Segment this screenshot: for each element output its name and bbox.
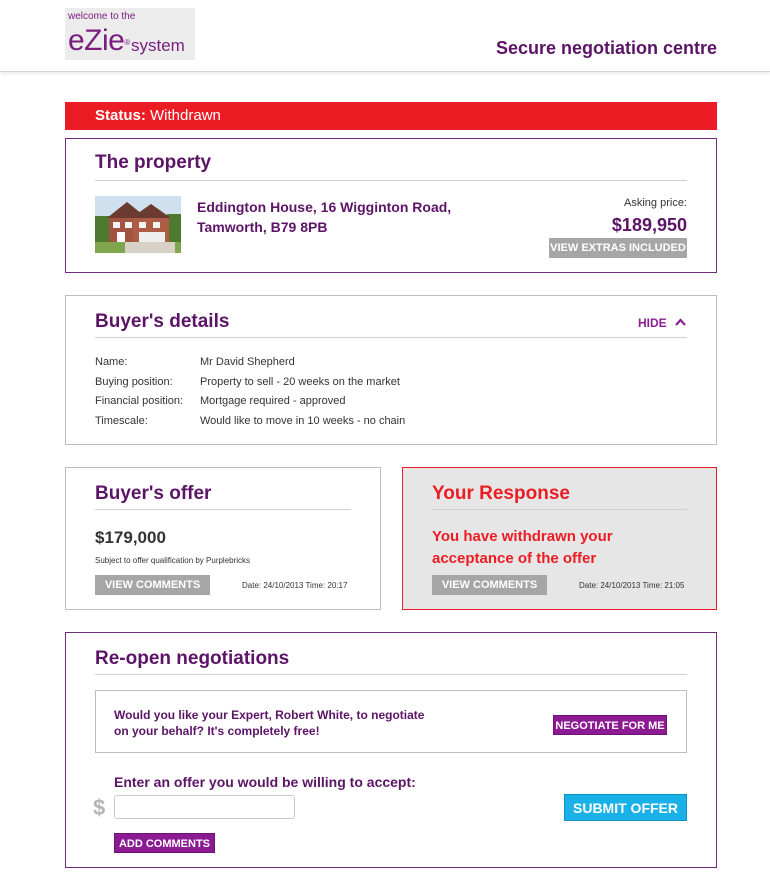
- detail-value: Property to sell - 20 weeks on the marke…: [200, 376, 400, 388]
- your-response-panel: Your Response You have withdrawn your ac…: [402, 467, 717, 610]
- response-message: You have withdrawn your acceptance of th…: [432, 526, 613, 570]
- detail-value: Mortgage required - approved: [200, 395, 346, 407]
- negotiate-for-me-button[interactable]: NEGOTIATE FOR ME: [553, 715, 667, 735]
- expert-question: Would you like your Expert, Robert White…: [114, 707, 424, 739]
- detail-key: Timescale:: [95, 415, 148, 427]
- response-message-line-2: acceptance of the offer: [432, 550, 597, 567]
- expert-question-line-1: Would you like your Expert, Robert White…: [114, 708, 425, 722]
- status-label: Status:: [95, 107, 146, 124]
- currency-symbol: $: [93, 795, 106, 820]
- add-comments-button[interactable]: ADD COMMENTS: [114, 833, 215, 853]
- buyer-offer-heading: Buyer's offer: [95, 483, 212, 504]
- property-heading: The property: [95, 152, 212, 173]
- your-response-heading: Your Response: [432, 483, 570, 504]
- asking-price-label: Asking price:: [624, 197, 687, 209]
- status-value: Withdrawn: [150, 107, 221, 124]
- buyer-offer-panel: Buyer's offer $179,000 Subject to offer …: [65, 467, 381, 610]
- expert-question-line-2: on your behalf? It's completely free!: [114, 724, 320, 738]
- house-photo-icon: [95, 196, 181, 253]
- offer-date: Date: 24/10/2013 Time: 20:17: [242, 581, 348, 590]
- chevron-up-icon: [675, 318, 686, 326]
- detail-row-buying-position: Buying position: Property to sell - 20 we…: [95, 376, 400, 388]
- offer-amount: $179,000: [95, 528, 166, 547]
- reopen-heading: Re-open negotiations: [95, 648, 290, 669]
- buyer-details-heading: Buyer's details: [95, 311, 230, 332]
- page-header: welcome to the eZie® system Secure negot…: [0, 0, 770, 72]
- hide-label: HIDE: [637, 316, 667, 330]
- divider: [95, 337, 687, 338]
- asking-price-block: Asking price: $189,950: [612, 197, 687, 236]
- property-address: Eddington House, 16 Wigginton Road, Tamw…: [197, 197, 451, 237]
- detail-row-timescale: Timescale: Would like to move in 10 weeks…: [95, 415, 405, 427]
- expert-negotiate-box: Would you like your Expert, Robert White…: [95, 690, 687, 753]
- hide-toggle[interactable]: HIDE: [638, 316, 686, 330]
- logo-brand: eZie®: [68, 24, 130, 57]
- address-line-1: Eddington House, 16 Wigginton Road,: [197, 199, 452, 215]
- response-date: Date: 24/10/2013 Time: 21:05: [579, 581, 685, 590]
- logo-system: system: [131, 36, 185, 55]
- buyer-details-panel: Buyer's details HIDE Name: Mr David Sheph…: [65, 295, 717, 445]
- asking-price-value: $189,950: [611, 215, 687, 235]
- divider: [432, 509, 687, 510]
- response-message-line-1: You have withdrawn your: [432, 528, 613, 545]
- detail-key: Name:: [95, 356, 128, 368]
- submit-offer-button[interactable]: SUBMIT OFFER: [564, 794, 687, 821]
- detail-value: Mr David Shepherd: [200, 356, 295, 368]
- property-panel: The property Eddington House, 16 Wiggint…: [65, 138, 717, 273]
- view-comments-button[interactable]: VIEW COMMENTS: [95, 575, 210, 595]
- divider: [95, 674, 687, 675]
- divider: [95, 180, 687, 181]
- offer-amount-input[interactable]: [114, 795, 295, 819]
- detail-key: Financial position:: [95, 395, 184, 407]
- address-line-2: Tamworth, B79 8PB: [197, 219, 328, 235]
- logo-tagline: welcome to the: [68, 11, 136, 22]
- offer-subtext: Subject to offer qualification by Purple…: [95, 556, 251, 565]
- enter-offer-label: Enter an offer you would be willing to a…: [114, 774, 416, 790]
- detail-key: Buying position:: [95, 376, 173, 388]
- status-bar: Status: Withdrawn: [65, 102, 717, 130]
- detail-row-name: Name: Mr David Shepherd: [95, 356, 295, 368]
- reopen-negotiations-panel: Re-open negotiations Would you like your…: [65, 632, 717, 868]
- property-photo[interactable]: [95, 196, 181, 253]
- detail-value: Would like to move in 10 weeks - no chai…: [200, 415, 406, 427]
- divider: [95, 509, 351, 510]
- ezie-logo[interactable]: welcome to the eZie® system: [65, 8, 195, 60]
- view-extras-button[interactable]: VIEW EXTRAS INCLUDED: [549, 238, 687, 258]
- page-title: Secure negotiation centre: [495, 38, 717, 58]
- view-comments-button[interactable]: VIEW COMMENTS: [432, 575, 547, 595]
- detail-row-financial-position: Financial position: Mortgage required - a…: [95, 395, 346, 407]
